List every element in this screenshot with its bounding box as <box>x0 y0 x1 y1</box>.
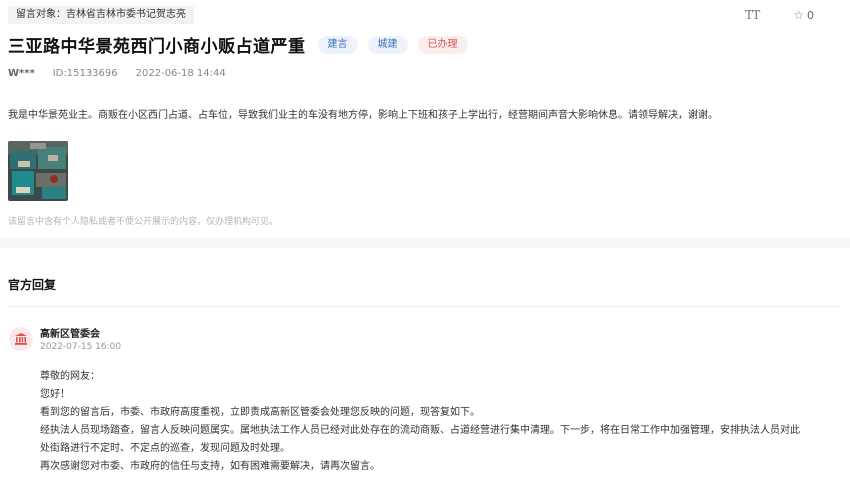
title-row: 三亚路中华景苑西门小商小贩占道严重 建言 城建 已办理 <box>8 32 468 57</box>
privacy-note: 该留言中含有个人隐私或者不便公开展示的内容，仅办理机构可见。 <box>8 217 279 227</box>
recipient-name: 吉林省吉林市委书记贺志亮 <box>66 9 186 20</box>
font-size-icon[interactable]: TT <box>745 8 760 22</box>
top-actions: TT ☆ 0 <box>745 8 814 22</box>
tag-category[interactable]: 城建 <box>367 35 408 54</box>
street-photo-icon <box>8 141 68 201</box>
section-divider <box>0 238 850 248</box>
post-id: ID:15133696 <box>52 68 118 79</box>
attachment-thumbnail[interactable] <box>8 141 68 201</box>
reply-line: 处街路进行不定时、不定点的巡查，发现问题及时处理。 <box>40 443 290 454</box>
favorite-count: 0 <box>807 8 814 22</box>
reply-line: 看到您的留言后，市委、市政府高度重视，立即责成高新区管委会处理您反映的问题，现答… <box>40 407 480 418</box>
star-icon: ☆ <box>793 8 804 22</box>
government-building-icon <box>9 327 33 351</box>
reply-body: 尊敬的网友： 您好！ 看到您的留言后，市委、市政府高度重视，立即责成高新区管委会… <box>40 368 800 476</box>
recipient-label: 留言对象： <box>16 9 66 20</box>
favorite-button[interactable]: ☆ 0 <box>793 8 814 22</box>
recipient-badge: 留言对象：吉林省吉林市委书记贺志亮 <box>8 6 194 24</box>
heading-underline <box>8 306 842 307</box>
reply-line: 您好！ <box>40 389 70 400</box>
author-name: W*** <box>8 68 35 79</box>
page-title: 三亚路中华景苑西门小商小贩占道严重 <box>8 37 306 57</box>
post-meta: W*** ID:15133696 2022-06-18 14:44 <box>8 68 226 79</box>
status-badge: 已办理 <box>417 35 468 54</box>
post-content: 我是中华景苑业主。商贩在小区西门占道、占车位，导致我们业主的车没有地方停，影响上… <box>8 110 718 121</box>
official-reply-heading: 官方回复 <box>8 278 57 292</box>
tag-list: 建言 城建 已办理 <box>317 35 468 54</box>
post-datetime: 2022-06-18 14:44 <box>135 68 226 79</box>
tag-suggestion[interactable]: 建言 <box>317 35 358 54</box>
reply-time: 2022-07-15 16:00 <box>40 342 122 352</box>
reply-line: 经执法人员现场踏查，留言人反映问题属实。属地执法工作人员已经对此处存在的流动商贩… <box>40 425 800 436</box>
reply-line: 尊敬的网友： <box>40 371 100 382</box>
reply-line: 再次感谢您对市委、市政府的信任与支持，如有困难需要解决，请再次留言。 <box>40 461 380 472</box>
reply-org-name: 高新区管委会 <box>40 329 100 340</box>
